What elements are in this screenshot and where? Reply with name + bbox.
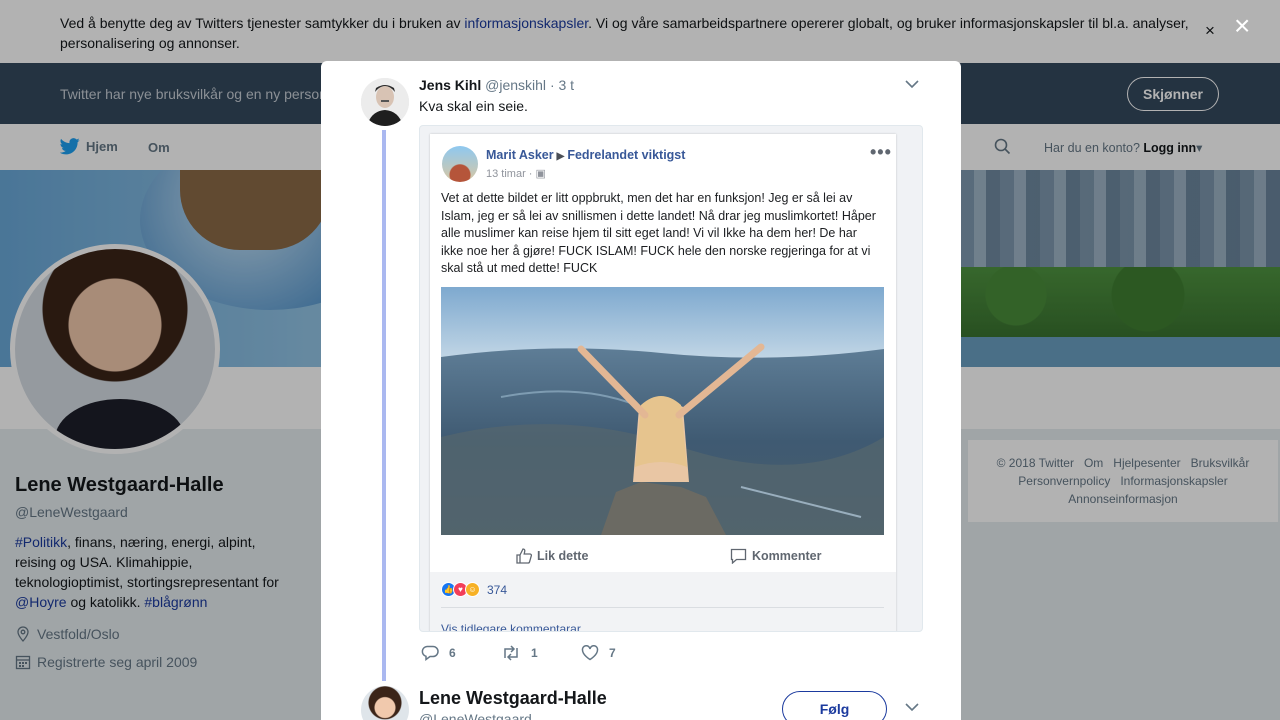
fb-post-time: 13 timar · ▣ xyxy=(486,168,546,180)
comment-icon xyxy=(730,548,747,564)
like-count: 7 xyxy=(609,646,616,660)
thumbs-up-icon xyxy=(516,548,532,564)
tweet-author-handle[interactable]: @jenskihl xyxy=(485,77,546,93)
fb-arrow-icon: ▶ xyxy=(556,151,565,162)
reply-count: 6 xyxy=(449,646,456,660)
tweet-media-image[interactable]: Marit Asker ▶ Fedrelandet viktigst 13 tima… xyxy=(419,125,923,632)
tweet-text: Kva skal ein seie. xyxy=(419,98,528,114)
fb-more-comments: Vis tidlegare kommentarar xyxy=(441,622,581,632)
fb-post-text: Vet at dette bildet er litt oppbrukt, me… xyxy=(441,191,876,275)
retweet-count: 1 xyxy=(531,646,538,660)
fb-comment-label: Kommenter xyxy=(752,549,822,563)
tweet-header: Jens Kihl @jenskihl · 3 t xyxy=(419,77,574,93)
avatar-portrait xyxy=(361,78,409,126)
fb-reactions-row: 👍 ♥ ☺ 374 xyxy=(441,582,507,597)
facebook-post-screenshot: Marit Asker ▶ Fedrelandet viktigst 13 tima… xyxy=(430,134,896,632)
chevron-down-icon[interactable] xyxy=(905,79,919,89)
fb-reaction-count: 374 xyxy=(487,582,508,597)
reply-icon xyxy=(421,645,439,661)
fb-post-photo xyxy=(441,287,884,535)
fb-post-header: Marit Asker ▶ Fedrelandet viktigst xyxy=(486,148,685,162)
fb-divider xyxy=(441,607,884,608)
fb-group-name: Fedrelandet viktigst xyxy=(567,148,686,162)
reply-author-name[interactable]: Lene Westgaard-Halle xyxy=(419,688,607,709)
fb-action-bar: Lik dette Kommenter xyxy=(430,540,896,572)
thread-connector-line xyxy=(382,130,386,681)
fb-author-avatar xyxy=(442,146,478,182)
reply-author-handle[interactable]: @LeneWestgaard xyxy=(419,711,532,720)
fb-like-label: Lik dette xyxy=(537,549,589,563)
tweet-author-name[interactable]: Jens Kihl xyxy=(419,77,481,93)
retweet-icon xyxy=(504,645,518,661)
retweet-button[interactable]: 1 xyxy=(501,645,538,661)
mountain-photo xyxy=(441,287,884,535)
haha-reaction-icon: ☺ xyxy=(465,582,480,597)
fb-author-name: Marit Asker xyxy=(486,148,554,162)
heart-icon xyxy=(581,645,599,661)
close-icon[interactable]: × xyxy=(1234,12,1250,40)
reply-button[interactable]: 6 xyxy=(421,645,456,661)
tweet-action-bar: 6 1 7 xyxy=(419,645,819,665)
follow-button[interactable]: Følg xyxy=(782,691,887,720)
fb-comment-action: Kommenter xyxy=(730,548,821,564)
fb-reactions-area: 👍 ♥ ☺ 374 Vis tidlegare kommentarar xyxy=(430,572,896,632)
reply-author-avatar[interactable] xyxy=(361,686,409,720)
like-button[interactable]: 7 xyxy=(581,645,616,661)
tweet-author-avatar[interactable] xyxy=(361,78,409,126)
fb-more-icon: ••• xyxy=(870,142,892,162)
tweet-timestamp[interactable]: · 3 t xyxy=(550,77,574,93)
chevron-down-icon[interactable] xyxy=(905,702,919,712)
fb-like-action: Lik dette xyxy=(516,548,588,564)
tweet-modal: Jens Kihl @jenskihl · 3 t Kva skal ein s… xyxy=(321,61,961,720)
